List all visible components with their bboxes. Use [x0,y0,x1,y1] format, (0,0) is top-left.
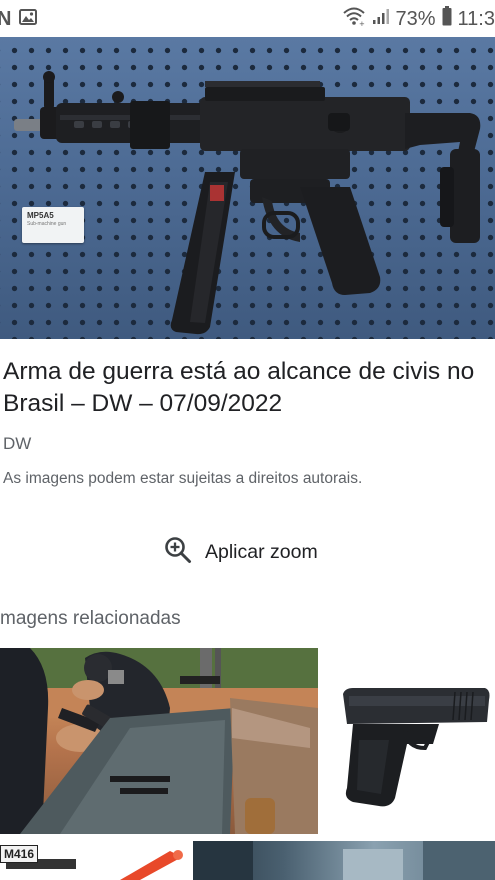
svg-text:+: + [359,20,365,26]
m416-label: M416 [0,845,39,863]
status-right-group: + 73% 11:3 [342,6,495,32]
hero-card-label: MP5A5 [27,211,54,220]
result-title[interactable]: Arma de guerra está ao alcance de civis … [3,356,493,420]
status-bar: N + 73% 11:3 [0,0,495,36]
compact-pistol-illustration [343,688,490,807]
outdoor-scene-illustration [193,841,495,880]
notification-app-icon: N [0,8,12,30]
submachine-gun-illustration [14,71,481,335]
status-left-group: N [0,8,38,31]
related-thumbnail-police-range[interactable] [0,648,318,834]
related-images-heading: magens relacionadas [0,608,181,629]
battery-icon [442,6,452,32]
battery-percent: 73% [395,7,436,30]
zoom-button[interactable]: Aplicar zoom [164,532,318,572]
image-viewer-page: N + 73% 11:3 MP5A5 Sub-machine gun Arma … [0,0,495,880]
main-image[interactable]: MP5A5 Sub-machine gun [0,37,495,339]
signal-icon [372,7,390,31]
clock: 11:3 [457,7,495,30]
zoom-label: Aplicar zoom [205,540,318,563]
hero-info-card: MP5A5 Sub-machine gun [22,207,84,243]
zoom-in-icon [164,536,192,569]
related-thumbnail-compact-pistol[interactable] [329,648,495,834]
related-thumbnail-outdoor[interactable] [193,841,495,880]
copyright-notice: As imagens podem estar sujeitas a direit… [3,470,363,487]
hero-card-sub: Sub-machine gun [27,220,67,227]
police-range-illustration [0,648,318,834]
related-thumbnail-m416-toy[interactable]: M416 [0,841,187,880]
wifi-icon: + [342,6,366,32]
image-notification-icon [19,9,38,30]
result-source[interactable]: DW [3,434,31,454]
